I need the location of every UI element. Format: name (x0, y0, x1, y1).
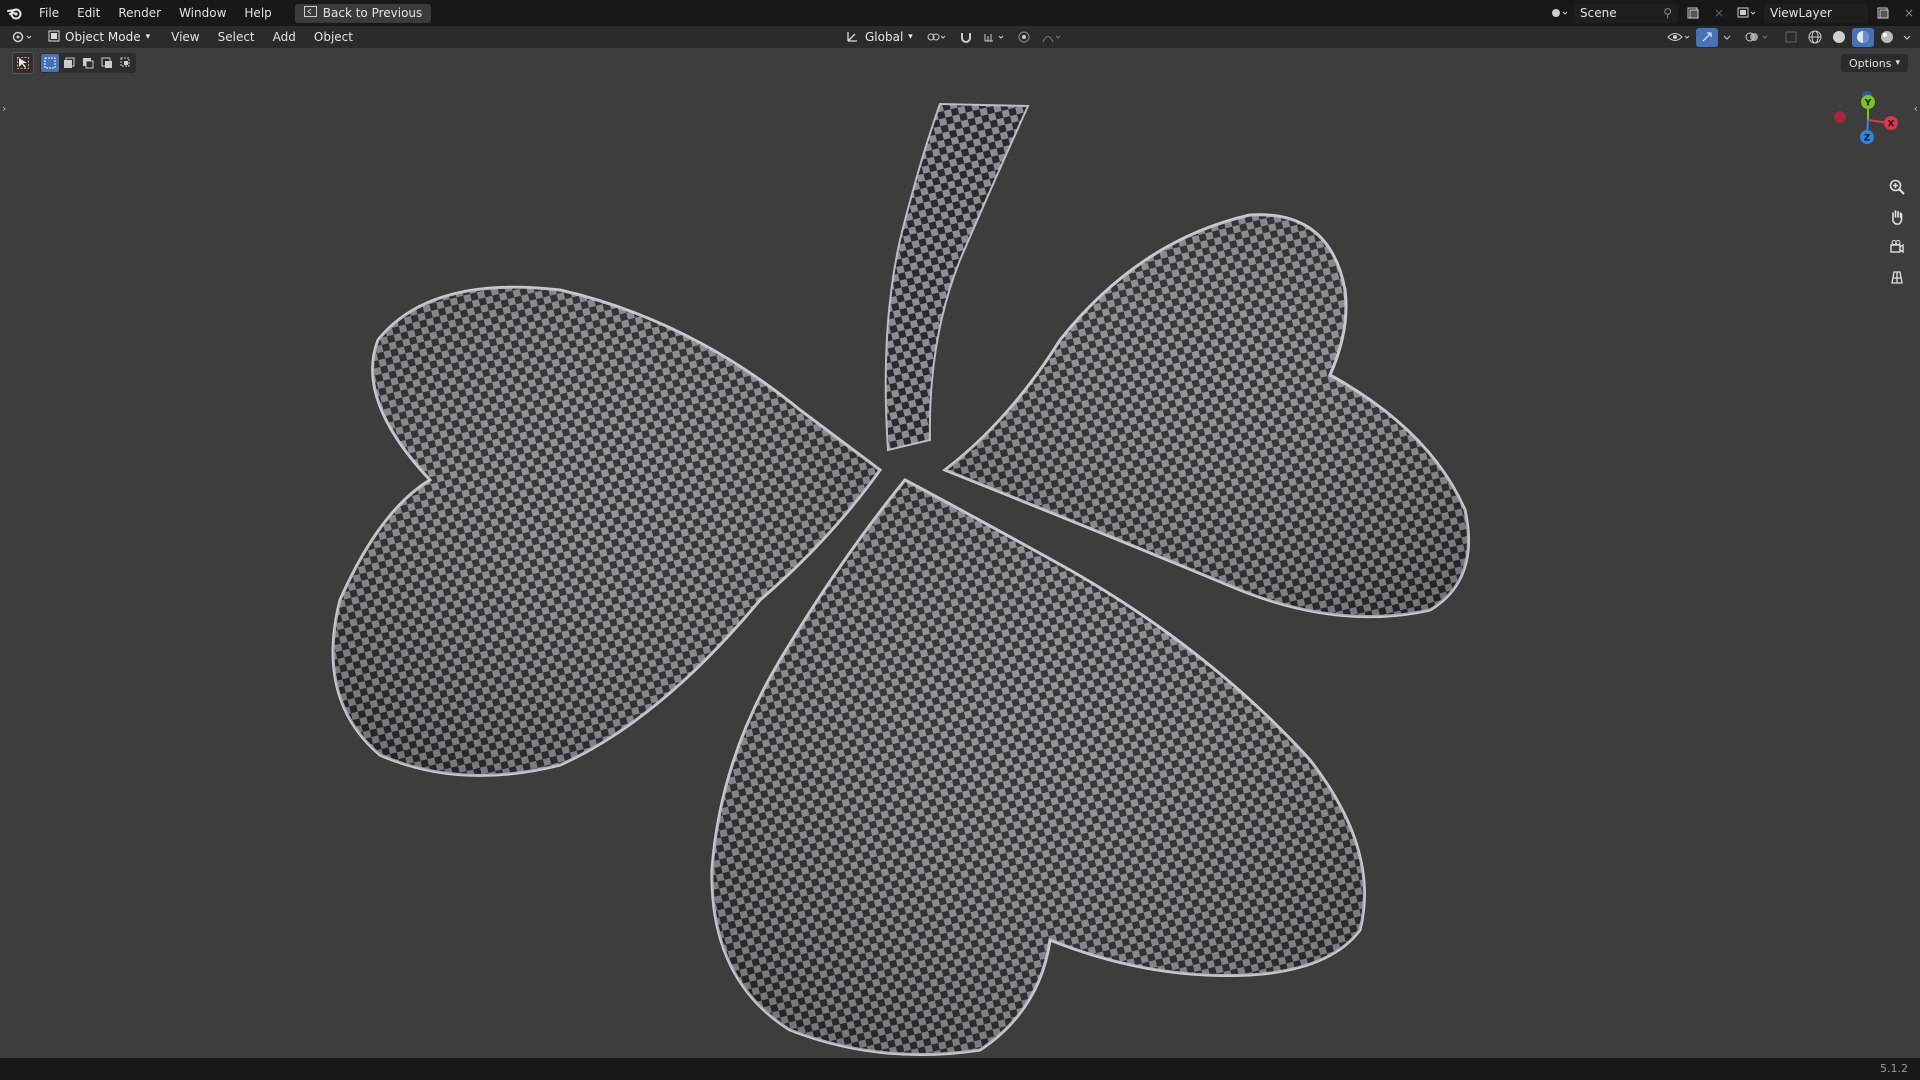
camera-icon[interactable] (1884, 234, 1910, 260)
overlay-icon[interactable] (1742, 28, 1772, 47)
clover-mesh[interactable] (0, 48, 1920, 1058)
grid-icon[interactable] (1884, 264, 1910, 290)
status-bar: 5.1.2 (0, 1058, 1920, 1080)
menu-help[interactable]: Help (235, 0, 280, 26)
menu-object[interactable]: Object (305, 30, 362, 44)
back-to-previous-label: Back to Previous (322, 6, 423, 20)
top-bar: File Edit Render Window Help Back to Pre… (0, 0, 1920, 26)
delete-scene-icon[interactable]: × (1708, 4, 1730, 23)
solid-shading-icon[interactable] (1828, 28, 1850, 47)
3d-viewport[interactable]: › ‹ Y X Z (0, 48, 1920, 1058)
version-label: 5.1.2 (1880, 1062, 1908, 1075)
new-scene-icon[interactable] (1682, 4, 1704, 23)
snap-icon[interactable] (955, 28, 977, 47)
sidebar-expand-icon[interactable]: ‹ (1914, 102, 1918, 115)
material-shading-icon[interactable] (1852, 27, 1874, 47)
pivot-icon[interactable] (923, 28, 951, 47)
tool-header (12, 52, 136, 74)
options-label: Options (1849, 56, 1892, 70)
scene-field[interactable]: Scene ⚲ (1574, 3, 1678, 23)
transform-icon (846, 29, 860, 46)
select-new-icon[interactable] (41, 54, 59, 72)
x-axis-label: X (1888, 120, 1895, 130)
menu-select[interactable]: Select (209, 30, 264, 44)
transform-orientation-label: Global (865, 30, 904, 44)
toolbar-expand-icon[interactable]: › (2, 102, 6, 115)
transform-tools: Global ▾ (836, 26, 1065, 48)
gizmo-dropdown-icon[interactable] (1720, 28, 1734, 47)
select-invert-icon[interactable] (98, 54, 116, 72)
viewport-display-tools (1664, 26, 1914, 48)
xray-icon[interactable] (1780, 28, 1802, 47)
shading-dropdown-icon[interactable] (1900, 28, 1914, 47)
pan-hand-icon[interactable] (1884, 204, 1910, 230)
blender-logo-icon[interactable] (0, 0, 30, 26)
viewlayer-selector-icon[interactable] (1734, 4, 1760, 23)
select-tool-icon[interactable] (12, 52, 34, 74)
menu-view[interactable]: View (162, 30, 208, 44)
scene-name: Scene (1580, 6, 1617, 20)
menu-file[interactable]: File (30, 0, 68, 26)
object-mode-dropdown[interactable]: Object Mode ▾ (42, 28, 157, 46)
snap-target-icon[interactable] (981, 28, 1009, 47)
y-axis-label: Y (1864, 99, 1872, 109)
chevron-down-icon: ▾ (145, 32, 151, 42)
navigation-gizmo[interactable]: Y X Z (1824, 86, 1904, 156)
select-subtract-icon[interactable] (79, 54, 97, 72)
chevron-down-icon: ▾ (908, 32, 913, 42)
top-right-controls: Scene ⚲ × ViewLayer × (1548, 0, 1920, 26)
menu-render[interactable]: Render (109, 0, 170, 26)
editor-type-icon[interactable] (8, 28, 38, 47)
proportional-icon[interactable] (1013, 28, 1035, 47)
new-viewlayer-icon[interactable] (1872, 4, 1894, 23)
select-extend-icon[interactable] (60, 54, 78, 72)
back-to-previous-button[interactable]: Back to Previous (294, 3, 432, 23)
z-axis-label: Z (1864, 134, 1871, 144)
gizmo-icon[interactable] (1696, 27, 1718, 47)
falloff-icon[interactable] (1039, 28, 1065, 47)
chevron-down-icon: ▾ (1895, 58, 1900, 68)
select-intersect-icon[interactable] (117, 54, 135, 72)
selection-mode-group (40, 53, 136, 73)
menu-window[interactable]: Window (170, 0, 235, 26)
menu-add[interactable]: Add (264, 30, 305, 44)
viewlayer-field[interactable]: ViewLayer (1764, 3, 1868, 23)
object-mode-icon (48, 30, 60, 45)
viewlayer-name: ViewLayer (1770, 6, 1832, 20)
zoom-icon[interactable] (1884, 174, 1910, 200)
object-mode-label: Object Mode (65, 30, 141, 44)
visibility-icon[interactable] (1664, 28, 1694, 47)
menu-edit[interactable]: Edit (68, 0, 109, 26)
options-dropdown[interactable]: Options ▾ (1841, 54, 1908, 72)
scene-selector-icon[interactable] (1548, 4, 1570, 23)
neg-x-axis-handle[interactable] (1834, 111, 1846, 123)
pin-icon[interactable]: ⚲ (1663, 6, 1672, 20)
wireframe-shading-icon[interactable] (1804, 28, 1826, 47)
rendered-shading-icon[interactable] (1876, 28, 1898, 47)
transform-orientation-dropdown[interactable]: Global ▾ (840, 28, 919, 46)
delete-viewlayer-icon[interactable]: × (1898, 4, 1920, 23)
back-icon (303, 6, 317, 20)
